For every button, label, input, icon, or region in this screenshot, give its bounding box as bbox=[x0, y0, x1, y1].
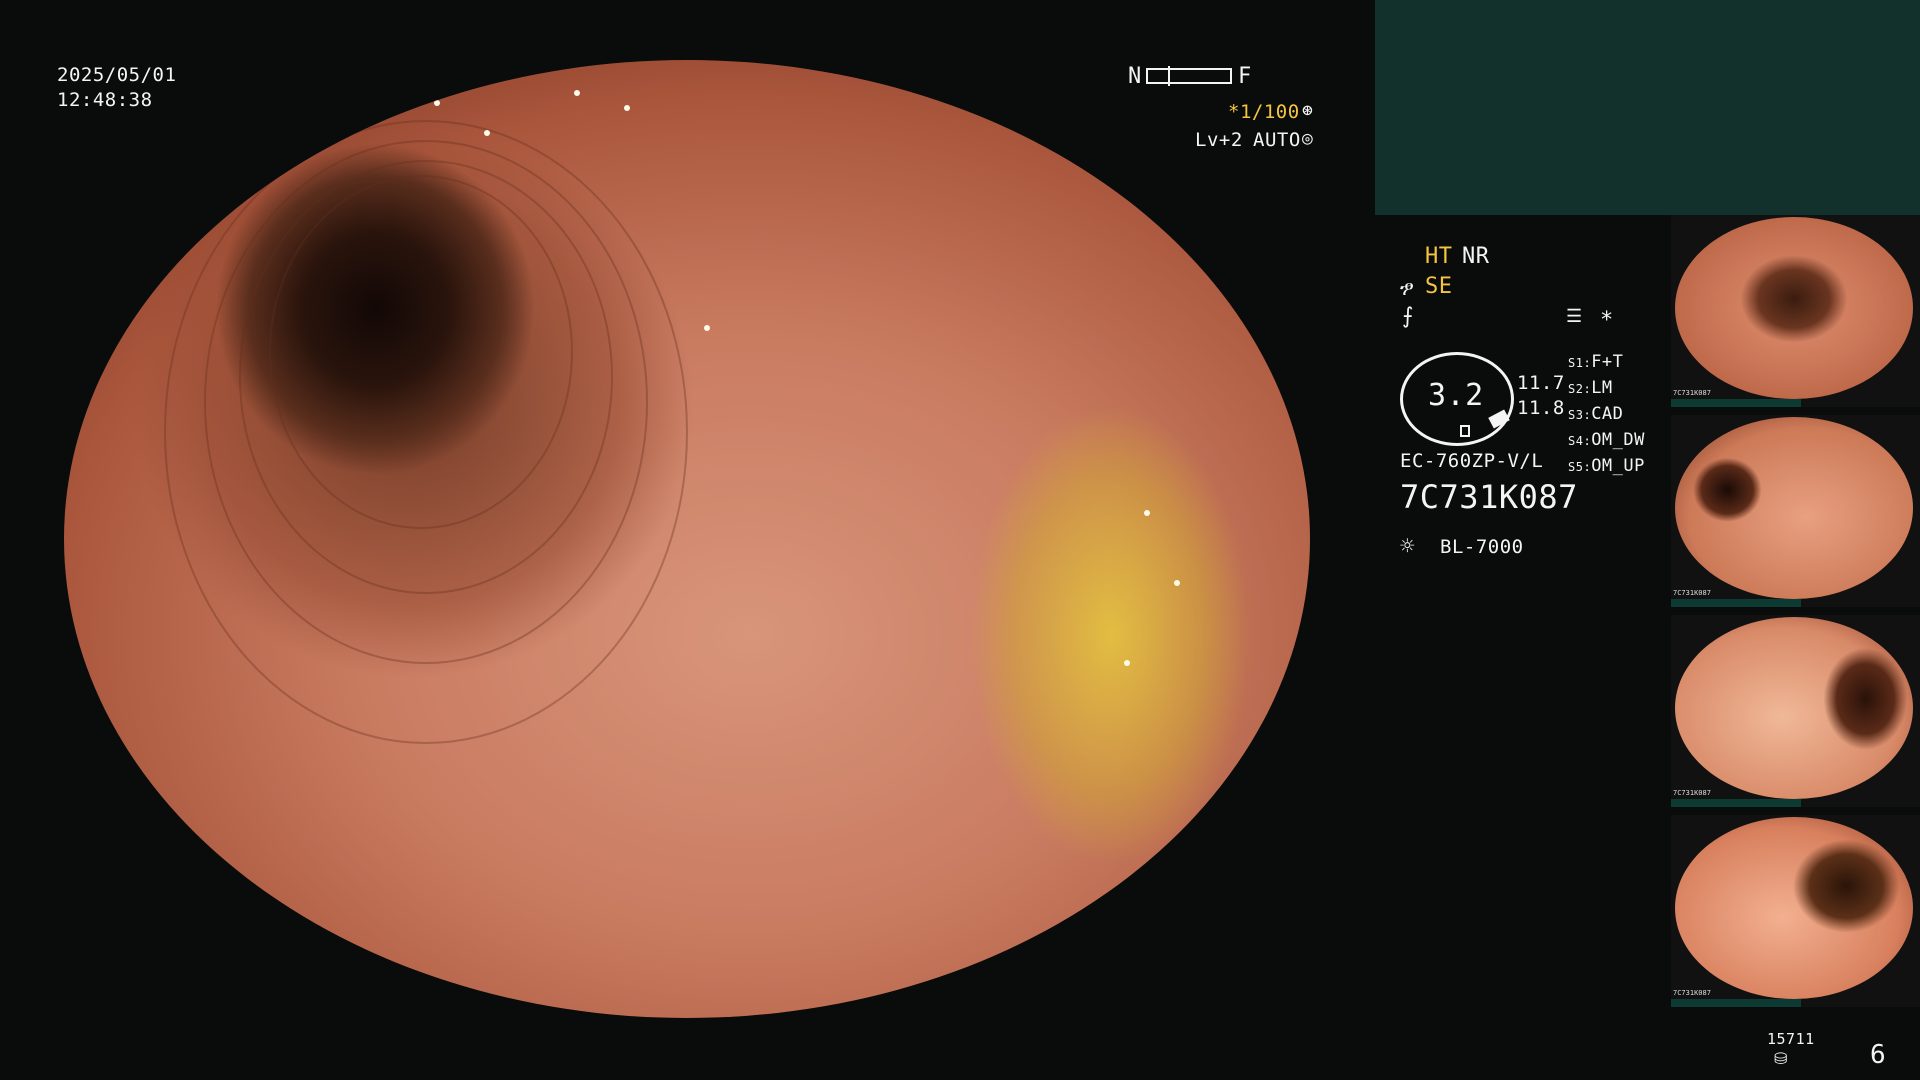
bubble bbox=[1124, 660, 1130, 666]
settings-list-icon: ☰ bbox=[1566, 306, 1583, 327]
bubble bbox=[704, 325, 710, 331]
se-label: SE bbox=[1425, 274, 1453, 299]
thumbnail-bar bbox=[1671, 399, 1801, 407]
thumbnail-bar bbox=[1671, 999, 1801, 1007]
database-icon: ⛁ bbox=[1774, 1049, 1788, 1068]
thumbnail-tag: 7C731K087 bbox=[1673, 789, 1711, 797]
focus-near-label: N bbox=[1128, 64, 1142, 89]
bubble bbox=[434, 100, 440, 106]
thumbnail-1[interactable]: 7C731K087 bbox=[1671, 215, 1920, 407]
switch-item: S3:CAD bbox=[1568, 404, 1624, 424]
page-number: 6 bbox=[1870, 1040, 1887, 1070]
asterisk-indicator: * bbox=[1600, 308, 1614, 333]
mode-icon: ፇ bbox=[1400, 276, 1415, 300]
bubble bbox=[624, 105, 630, 111]
zoom-value: 3.2 bbox=[1428, 378, 1484, 413]
focus-far-label: F bbox=[1238, 64, 1252, 89]
fan-icon: ⊛ bbox=[1302, 100, 1314, 121]
scope-serial: 7C731K087 bbox=[1400, 478, 1578, 516]
sun-icon: ☼ bbox=[1400, 532, 1415, 560]
endoscopic-view bbox=[64, 60, 1310, 1018]
nr-label: NR bbox=[1462, 244, 1490, 269]
scope-model: EC-760ZP-V/L bbox=[1400, 450, 1544, 472]
thumbnail-bar bbox=[1671, 799, 1801, 807]
thumbnail-tag: 7C731K087 bbox=[1673, 589, 1711, 597]
thumbnail-4[interactable]: 7C731K087 bbox=[1671, 815, 1920, 1007]
thumbnail-3[interactable]: 7C731K087 bbox=[1671, 615, 1920, 807]
sharpness-icon: ⨍ bbox=[1402, 304, 1414, 329]
time-label: 12:48:38 bbox=[57, 89, 153, 111]
bubble bbox=[1174, 580, 1180, 586]
thumbnail-tag: 7C731K087 bbox=[1673, 389, 1711, 397]
date-label: 2025/05/01 bbox=[57, 64, 177, 86]
fold-ring bbox=[269, 175, 573, 529]
shutter-speed: *1/100 bbox=[1228, 101, 1300, 123]
scope-notch bbox=[1460, 425, 1470, 437]
switch-item: S2:LM bbox=[1568, 378, 1613, 398]
image-counter: 15711 bbox=[1767, 1030, 1815, 1048]
thumbnail-2[interactable]: 7C731K087 bbox=[1671, 415, 1920, 607]
switch-item: S4:OM_DW bbox=[1568, 430, 1645, 450]
bubble bbox=[484, 130, 490, 136]
top-right-panel bbox=[1375, 0, 1920, 215]
switch-item: S1:F+T bbox=[1568, 352, 1624, 372]
thumbnail-bar bbox=[1671, 599, 1801, 607]
bubble bbox=[574, 90, 580, 96]
value-2: 11.8 bbox=[1517, 397, 1565, 419]
thumbnail-tag: 7C731K087 bbox=[1673, 989, 1711, 997]
focus-bar bbox=[1146, 66, 1232, 86]
target-icon: ◎ bbox=[1302, 128, 1314, 149]
ht-label: HT bbox=[1425, 244, 1453, 269]
switch-list: S1:F+T S2:LM S3:CAD S4:OM_DW S5:OM_UP bbox=[1568, 350, 1645, 480]
value-1: 11.7 bbox=[1517, 372, 1565, 394]
light-source: BL-7000 bbox=[1440, 536, 1524, 558]
auto-mode-label: AUTO bbox=[1253, 129, 1301, 151]
level-label: Lv+2 bbox=[1195, 129, 1243, 151]
bubble bbox=[1144, 510, 1150, 516]
switch-item: S5:OM_UP bbox=[1568, 456, 1645, 476]
